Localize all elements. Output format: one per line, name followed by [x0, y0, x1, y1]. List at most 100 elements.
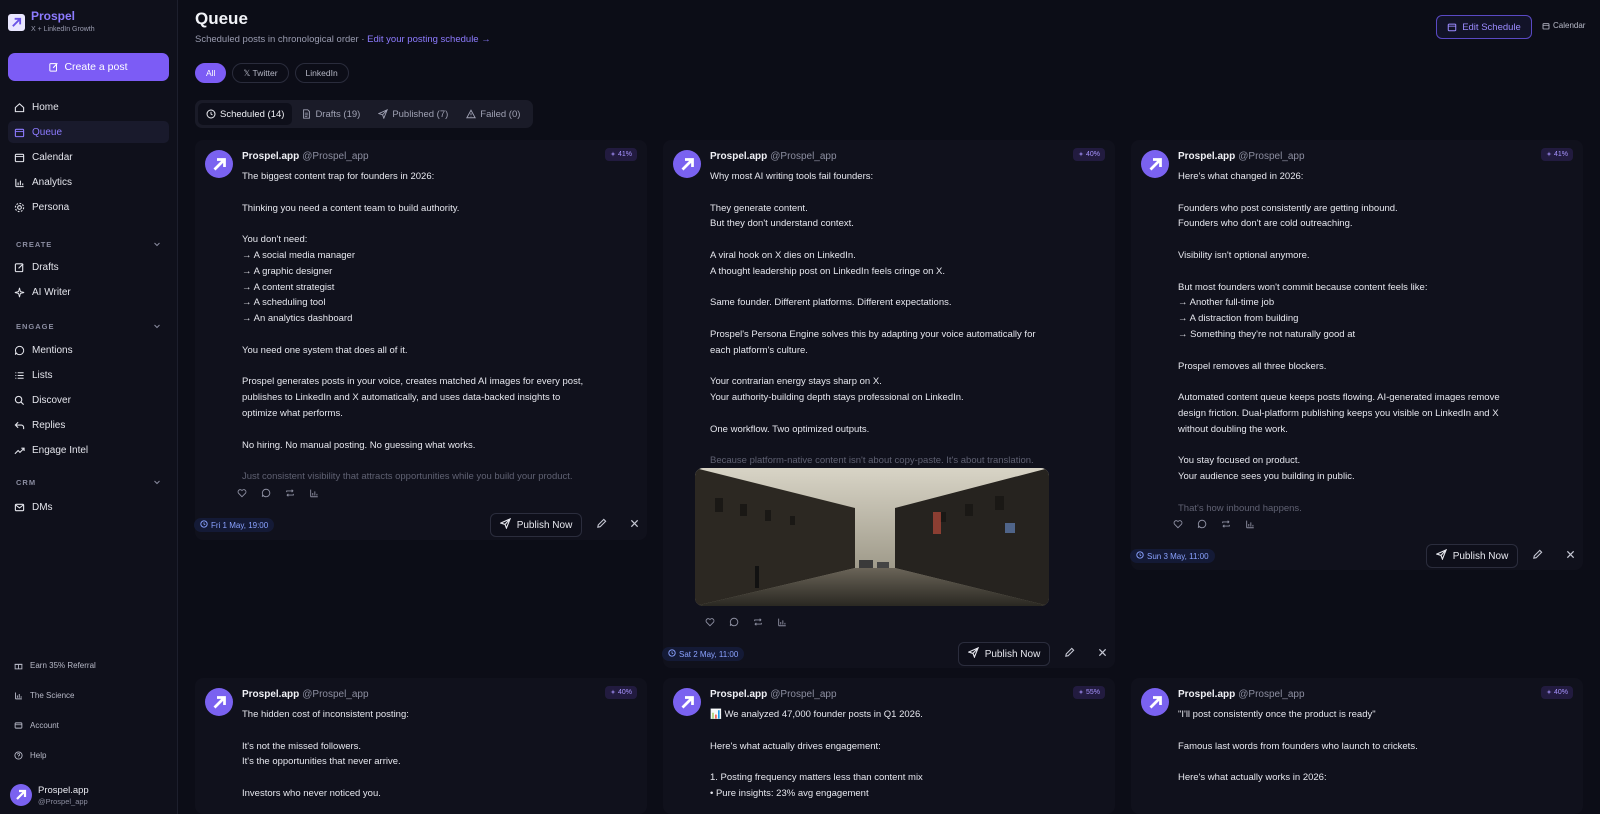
section-header-crm[interactable]: CRM: [8, 472, 169, 492]
edit-post-button[interactable]: [1061, 646, 1077, 662]
post-line: You stay focused on product.: [1178, 455, 1301, 467]
publish-label: Publish Now: [516, 519, 573, 531]
calendar-link[interactable]: Calendar: [1542, 21, 1585, 30]
stats-icon[interactable]: [1245, 519, 1255, 532]
post-card[interactable]: Prospel.app @Prospel_app 41% The biggest …: [195, 140, 647, 540]
sidebar-item-label: Home: [32, 101, 59, 113]
post-line: Prospel's Persona Engine solves this by …: [710, 328, 1036, 340]
tab-failed[interactable]: Failed (0): [458, 103, 528, 125]
tab-published[interactable]: Published (7): [370, 103, 456, 125]
post-card[interactable]: Prospel.app @Prospel_app 55% 📊 We analyze…: [663, 678, 1115, 814]
post-line: Thinking you need a content team to buil…: [242, 202, 460, 214]
sidebar-item-help[interactable]: Help: [8, 745, 169, 765]
sidebar-item-dms[interactable]: DMs: [8, 496, 169, 518]
create-post-button[interactable]: Create a post: [8, 53, 169, 81]
post-body: Here's what changed in 2026: Founders who…: [1178, 169, 1548, 517]
sidebar-item-discover[interactable]: Discover: [8, 389, 169, 411]
delete-post-button[interactable]: [1094, 646, 1110, 662]
post-line: Founders who post consistently are getti…: [1178, 202, 1398, 214]
post-line: → Another full-time job: [1178, 297, 1275, 309]
send-icon: [967, 646, 979, 661]
post-line: → A graphic designer: [242, 265, 333, 277]
author-name: Prospel.app: [242, 151, 300, 162]
section-header-create[interactable]: CREATE: [8, 234, 169, 254]
tab-label: Published (7): [392, 108, 449, 120]
comment-icon[interactable]: [1197, 519, 1207, 532]
sidebar-item-account[interactable]: Account: [8, 715, 169, 735]
post-line: [242, 327, 612, 343]
post-line: Here's what actually drives engagement:: [710, 740, 881, 752]
post-line: They generate content.: [710, 202, 808, 214]
post-image[interactable]: [695, 468, 1049, 606]
sidebar-item-persona[interactable]: Persona: [8, 196, 169, 218]
scheduled-date: Fri 1 May, 19:00: [211, 520, 269, 530]
sidebar-item-lists[interactable]: Lists: [8, 364, 169, 386]
sidebar-item-the-science[interactable]: The Science: [8, 685, 169, 705]
comment-icon[interactable]: [729, 617, 739, 630]
sidebar-item-label: Discover: [32, 394, 71, 406]
repost-icon[interactable]: [285, 488, 295, 501]
post-author: Prospel.app @Prospel_app: [1178, 689, 1305, 700]
edit-post-button[interactable]: [1529, 548, 1545, 564]
filter-twitter[interactable]: 𝕏 Twitter: [232, 63, 289, 83]
repost-icon[interactable]: [753, 617, 763, 630]
post-line: [242, 453, 612, 469]
stats-icon[interactable]: [777, 617, 787, 630]
delete-post-button[interactable]: [1562, 548, 1578, 564]
pencil-icon: [596, 518, 607, 532]
delete-post-button[interactable]: [626, 517, 642, 533]
edit-schedule-link[interactable]: Edit your posting schedule →: [367, 34, 491, 45]
post-line: It's not the missed followers.: [242, 740, 362, 752]
user-profile[interactable]: Prospel.app @Prospel_app: [10, 784, 89, 806]
brand[interactable]: Prospel X + LinkedIn Growth: [8, 9, 95, 33]
sidebar-item-calendar[interactable]: Calendar: [8, 146, 169, 168]
post-line: [710, 723, 1080, 739]
comment-icon[interactable]: [261, 488, 271, 501]
tab-scheduled[interactable]: Scheduled (14): [198, 103, 293, 125]
sidebar-item-analytics[interactable]: Analytics: [8, 171, 169, 193]
publish-label: Publish Now: [984, 648, 1041, 660]
publish-now-button[interactable]: Publish Now: [1426, 544, 1518, 568]
publish-now-button[interactable]: Publish Now: [490, 513, 582, 537]
post-line: without doubling the work.: [1178, 423, 1288, 435]
close-icon: [1566, 550, 1575, 562]
post-author: Prospel.app @Prospel_app: [242, 689, 369, 700]
sidebar-item-mentions[interactable]: Mentions: [8, 339, 169, 361]
filter-linkedin[interactable]: LinkedIn: [294, 63, 349, 83]
author-name: Prospel.app: [242, 689, 300, 700]
publish-now-button[interactable]: Publish Now: [958, 642, 1050, 666]
author-handle: @Prospel_app: [770, 151, 837, 162]
heart-icon[interactable]: [237, 488, 247, 501]
post-card[interactable]: Prospel.app @Prospel_app 41% Here's what …: [1131, 140, 1583, 570]
stats-icon[interactable]: [309, 488, 319, 501]
section-header-engage[interactable]: ENGAGE: [8, 316, 169, 336]
sidebar-item-engage-intel[interactable]: Engage Intel: [8, 439, 169, 461]
post-line: 1. Posting frequency matters less than c…: [710, 772, 923, 784]
sidebar-item-home[interactable]: Home: [8, 96, 169, 118]
heart-icon[interactable]: [1173, 519, 1183, 532]
sidebar-item-referral[interactable]: Earn 35% Referral: [8, 655, 169, 675]
post-line: "I'll post consistently once the product…: [1178, 709, 1376, 720]
sidebar-item-replies[interactable]: Replies: [8, 414, 169, 436]
post-body: Why most AI writing tools fail founders:…: [710, 169, 1080, 469]
sidebar-item-ai-writer[interactable]: AI Writer: [8, 281, 169, 303]
edit-post-button[interactable]: [593, 517, 609, 533]
tab-drafts[interactable]: Drafts (19): [294, 103, 368, 125]
post-engagement-actions: [1173, 519, 1255, 532]
edit-schedule-button[interactable]: Edit Schedule: [1436, 15, 1532, 39]
filter-all[interactable]: All: [195, 63, 227, 83]
bar-chart-icon: [15, 178, 24, 187]
trending-up-icon: [14, 447, 25, 454]
repost-icon[interactable]: [1221, 519, 1231, 532]
warning-icon: [466, 109, 477, 119]
post-card[interactable]: Prospel.app @Prospel_app 40% "I'll post c…: [1131, 678, 1583, 814]
sidebar-item-queue[interactable]: Queue: [8, 121, 169, 143]
heart-icon[interactable]: [705, 617, 715, 630]
sidebar-item-drafts[interactable]: Drafts: [8, 256, 169, 278]
post-card[interactable]: Prospel.app @Prospel_app 40% The hidden c…: [195, 678, 647, 814]
sidebar-item-label: Earn 35% Referral: [30, 660, 96, 670]
post-line: [1178, 374, 1548, 390]
status-tabs: Scheduled (14) Drafts (19) Published (7)…: [195, 100, 533, 128]
chevron-down-icon: [154, 480, 160, 485]
post-line: [710, 359, 1080, 375]
